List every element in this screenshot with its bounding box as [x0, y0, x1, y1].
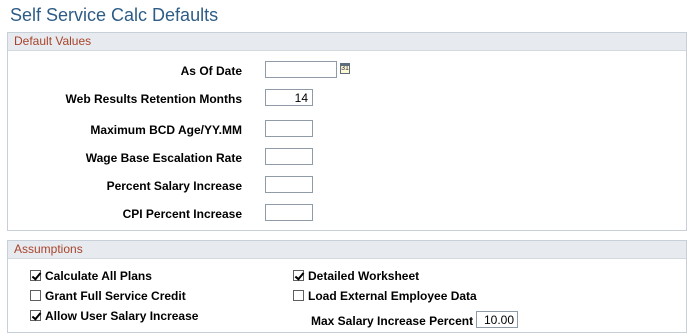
- max-bcd-age-row: Maximum BCD Age/YY.MM: [8, 120, 668, 140]
- max-salary-increase-percent-label: Max Salary Increase Percent: [311, 314, 474, 328]
- percent-salary-increase-input[interactable]: [265, 176, 313, 193]
- detailed-worksheet-checkbox[interactable]: [293, 270, 304, 281]
- load-external-employee-data-label: Load External Employee Data: [308, 289, 477, 303]
- detailed-worksheet-label: Detailed Worksheet: [308, 269, 420, 283]
- default-values-group: Default Values As Of Date 31 Web Results…: [7, 32, 687, 231]
- allow-user-salary-increase-label: Allow User Salary Increase: [45, 309, 199, 323]
- as-of-date-input[interactable]: [265, 61, 337, 78]
- wage-base-rate-label: Wage Base Escalation Rate: [85, 151, 242, 165]
- retention-months-label: Web Results Retention Months: [65, 92, 242, 106]
- cpi-percent-increase-label: CPI Percent Increase: [122, 207, 242, 221]
- wage-base-rate-input[interactable]: [265, 148, 313, 165]
- grant-full-service-credit-label: Grant Full Service Credit: [45, 289, 186, 303]
- as-of-date-row: As Of Date 31: [8, 61, 668, 81]
- retention-months-input[interactable]: [265, 89, 313, 106]
- wage-base-rate-row: Wage Base Escalation Rate: [8, 148, 668, 168]
- assumptions-header: Assumptions: [8, 241, 686, 259]
- allow-user-salary-increase-checkbox[interactable]: [30, 310, 41, 321]
- default-values-header: Default Values: [8, 33, 686, 51]
- calculate-all-plans-label: Calculate All Plans: [45, 269, 152, 283]
- grant-full-service-credit-checkbox[interactable]: [30, 290, 41, 301]
- calculate-all-plans-checkbox[interactable]: [30, 270, 41, 281]
- load-external-employee-data-checkbox[interactable]: [293, 290, 304, 301]
- max-bcd-age-input[interactable]: [265, 120, 313, 137]
- retention-months-row: Web Results Retention Months: [8, 89, 668, 109]
- cpi-percent-increase-input[interactable]: [265, 204, 313, 221]
- cpi-percent-increase-row: CPI Percent Increase: [8, 204, 668, 224]
- percent-salary-increase-label: Percent Salary Increase: [106, 179, 242, 193]
- percent-salary-increase-row: Percent Salary Increase: [8, 176, 668, 196]
- calendar-icon[interactable]: 31: [340, 63, 350, 74]
- assumptions-group: Assumptions Calculate All Plans Grant Fu…: [7, 240, 687, 333]
- page-title: Self Service Calc Defaults: [10, 5, 219, 25]
- max-salary-increase-percent-input[interactable]: [476, 311, 518, 328]
- max-bcd-age-label: Maximum BCD Age/YY.MM: [90, 123, 242, 137]
- as-of-date-label: As Of Date: [180, 64, 242, 78]
